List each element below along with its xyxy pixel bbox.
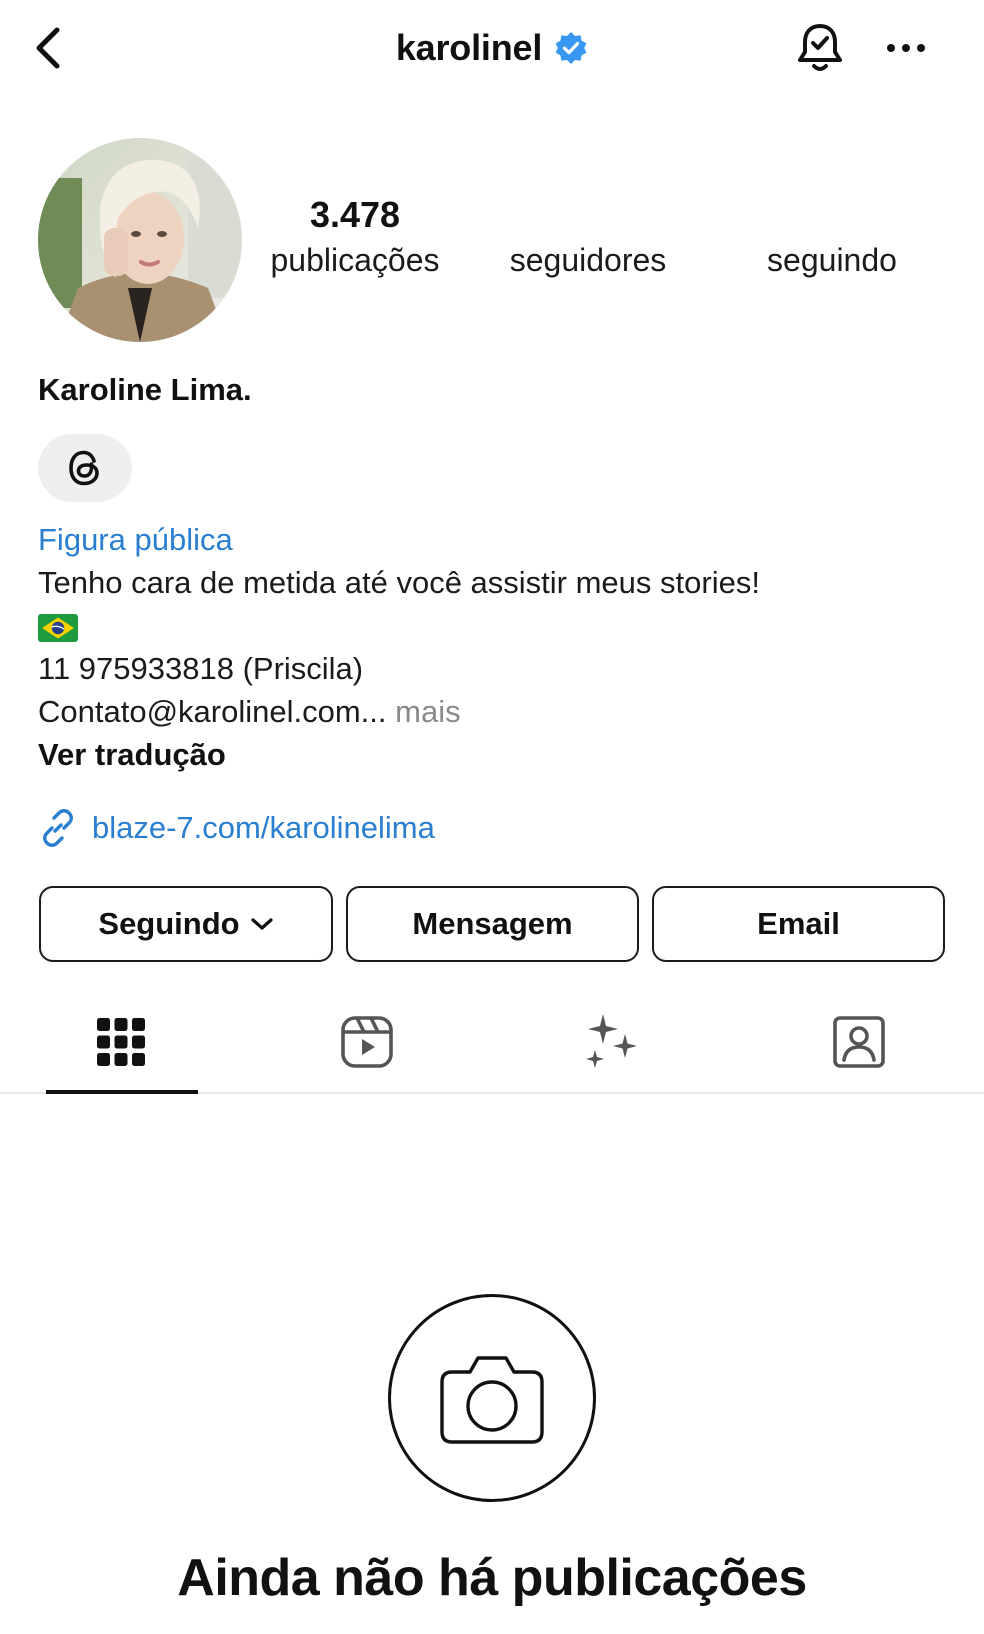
profile-stats: 3.478 publicações seguidores seguindo: [250, 192, 984, 292]
bio: Figura pública Tenho cara de metida até …: [38, 518, 968, 776]
profile-full-name: Karoline Lima.: [38, 372, 252, 407]
grid-icon: [97, 1018, 145, 1066]
tab-reels[interactable]: [292, 990, 442, 1094]
followers-label: seguidores: [509, 242, 667, 278]
message-label: Mensagem: [412, 906, 573, 941]
notifications-button[interactable]: [792, 18, 848, 78]
email-button[interactable]: Email: [652, 886, 945, 962]
following-label: Seguindo: [98, 906, 240, 941]
more-options-button[interactable]: [878, 24, 934, 72]
empty-state-icon-circle: [388, 1294, 596, 1502]
camera-icon: [440, 1356, 544, 1444]
threads-badge[interactable]: [38, 434, 132, 502]
more-horizontal-icon: [887, 44, 925, 52]
threads-icon: [69, 450, 99, 486]
followers-stat[interactable]: seguidores: [488, 238, 688, 338]
bio-more-link[interactable]: mais: [395, 694, 460, 729]
email-label: Email: [757, 906, 840, 941]
verified-badge-icon: [554, 31, 588, 65]
empty-state-title: Ainda não há publicações: [177, 1549, 807, 1607]
tagged-icon: [833, 1016, 885, 1068]
brazil-flag-emoji: [38, 613, 78, 642]
tab-tagged[interactable]: [784, 990, 934, 1094]
external-link-text: blaze-7.com/karolinelima: [92, 810, 435, 845]
posts-stat[interactable]: 3.478 publicações: [250, 192, 460, 292]
bell-check-icon: [798, 24, 842, 71]
profile-photo: [38, 138, 242, 342]
external-link[interactable]: blaze-7.com/karolinelima: [38, 808, 435, 848]
profile-page: karolinel 3.478 publicações seguidores s…: [0, 0, 984, 1634]
top-bar: karolinel: [0, 0, 984, 96]
profile-category: Figura pública: [38, 522, 233, 557]
following-label: seguindo: [767, 242, 897, 278]
profile-username: karolinel: [395, 27, 543, 68]
bio-flag-line: [38, 604, 968, 647]
following-stat[interactable]: seguindo: [732, 238, 932, 338]
tab-ai[interactable]: [536, 990, 686, 1094]
avatar[interactable]: [38, 138, 242, 342]
see-translation-link[interactable]: Ver tradução: [38, 733, 968, 776]
bio-line-2: 11 975933818 (Priscila): [38, 651, 364, 686]
active-tab-indicator: [46, 1090, 198, 1094]
reels-icon: [341, 1016, 393, 1068]
profile-tabs: [0, 990, 984, 1094]
bio-line-1: Tenho cara de metida até você assistir m…: [38, 565, 760, 600]
posts-count: 3.478: [309, 194, 401, 235]
bio-email-text: Contato@karolinel.com...: [38, 694, 387, 729]
message-button[interactable]: Mensagem: [346, 886, 639, 962]
chevron-down-icon: [251, 918, 273, 930]
link-icon: [43, 809, 73, 847]
following-button[interactable]: Seguindo: [39, 886, 333, 962]
posts-label: publicações: [270, 242, 440, 278]
sparkles-icon: [586, 1014, 637, 1068]
tab-posts[interactable]: [46, 990, 198, 1094]
bio-line-3: Contato@karolinel.com... mais: [38, 690, 968, 733]
